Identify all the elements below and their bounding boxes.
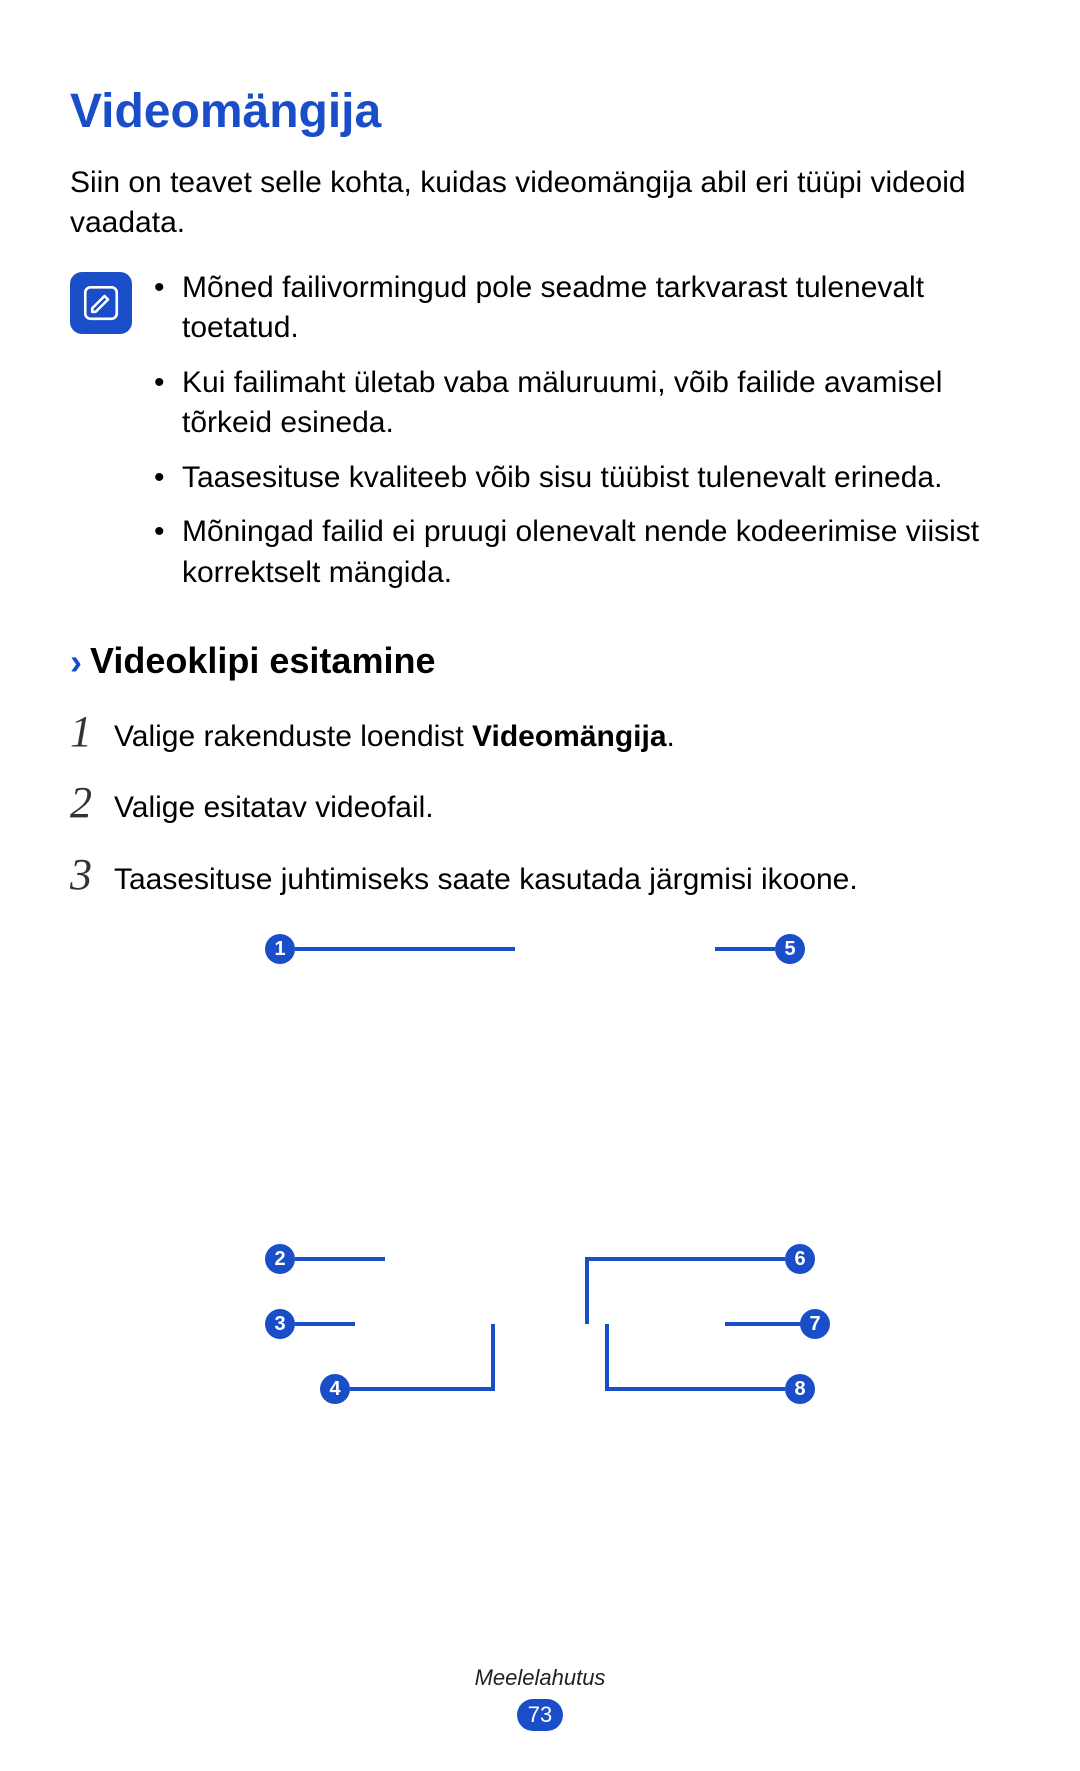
connector-line (295, 947, 515, 951)
note-item: Mõned failivormingud pole seadme tarkvar… (154, 268, 1010, 349)
connector-line (295, 1257, 385, 1261)
step-text-part: . (667, 720, 675, 753)
step-item: 1 Valige rakenduste loendist Videomängij… (70, 702, 1010, 761)
page-title: Videomängija (70, 80, 1010, 145)
step-text: Valige esitatav videofail. (114, 788, 434, 829)
step-number: 2 (70, 773, 114, 832)
connector-line (605, 1387, 785, 1391)
note-list: Mõned failivormingud pole seadme tarkvar… (154, 268, 1010, 608)
note-item: Kui failimaht ületab vaba mäluruumi, või… (154, 363, 1010, 444)
section-heading: › Videoklipi esitamine (70, 637, 1010, 686)
chevron-right-icon: › (70, 644, 82, 680)
callout-2: 2 (265, 1244, 295, 1274)
step-item: 2 Valige esitatav videofail. (70, 773, 1010, 832)
callout-1: 1 (265, 934, 295, 964)
step-text: Taasesituse juhtimiseks saate kasutada j… (114, 860, 858, 901)
connector-line (715, 947, 775, 951)
connector-line (295, 1322, 355, 1326)
pencil-note-icon (80, 282, 122, 324)
callout-diagram: 1 2 3 4 5 6 7 8 (255, 934, 825, 1484)
intro-text: Siin on teavet selle kohta, kuidas video… (70, 163, 1010, 244)
section-heading-text: Videoklipi esitamine (90, 637, 435, 686)
callout-6: 6 (785, 1244, 815, 1274)
step-number: 3 (70, 845, 114, 904)
steps-list: 1 Valige rakenduste loendist Videomängij… (70, 702, 1010, 904)
connector-line (725, 1322, 805, 1326)
footer-section-label: Meelelahutus (0, 1663, 1080, 1693)
callout-5: 5 (775, 934, 805, 964)
step-item: 3 Taasesituse juhtimiseks saate kasutada… (70, 845, 1010, 904)
note-item: Taasesituse kvaliteeb võib sisu tüübist … (154, 458, 1010, 499)
callout-3: 3 (265, 1309, 295, 1339)
connector-line (585, 1257, 785, 1261)
step-text-bold: Videomängija (472, 720, 667, 753)
note-block: Mõned failivormingud pole seadme tarkvar… (70, 268, 1010, 608)
step-number: 1 (70, 702, 114, 761)
callout-8: 8 (785, 1374, 815, 1404)
connector-line (350, 1387, 495, 1391)
page-footer: Meelelahutus 73 (0, 1663, 1080, 1731)
callout-4: 4 (320, 1374, 350, 1404)
note-icon (70, 272, 132, 334)
page-number-badge: 73 (517, 1699, 563, 1731)
step-text-part: Valige rakenduste loendist (114, 720, 472, 753)
connector-line (585, 1257, 589, 1324)
connector-line (605, 1324, 609, 1391)
connector-line (491, 1324, 495, 1391)
step-text: Valige rakenduste loendist Videomängija. (114, 717, 675, 758)
note-item: Mõningad failid ei pruugi olenevalt nend… (154, 512, 1010, 593)
